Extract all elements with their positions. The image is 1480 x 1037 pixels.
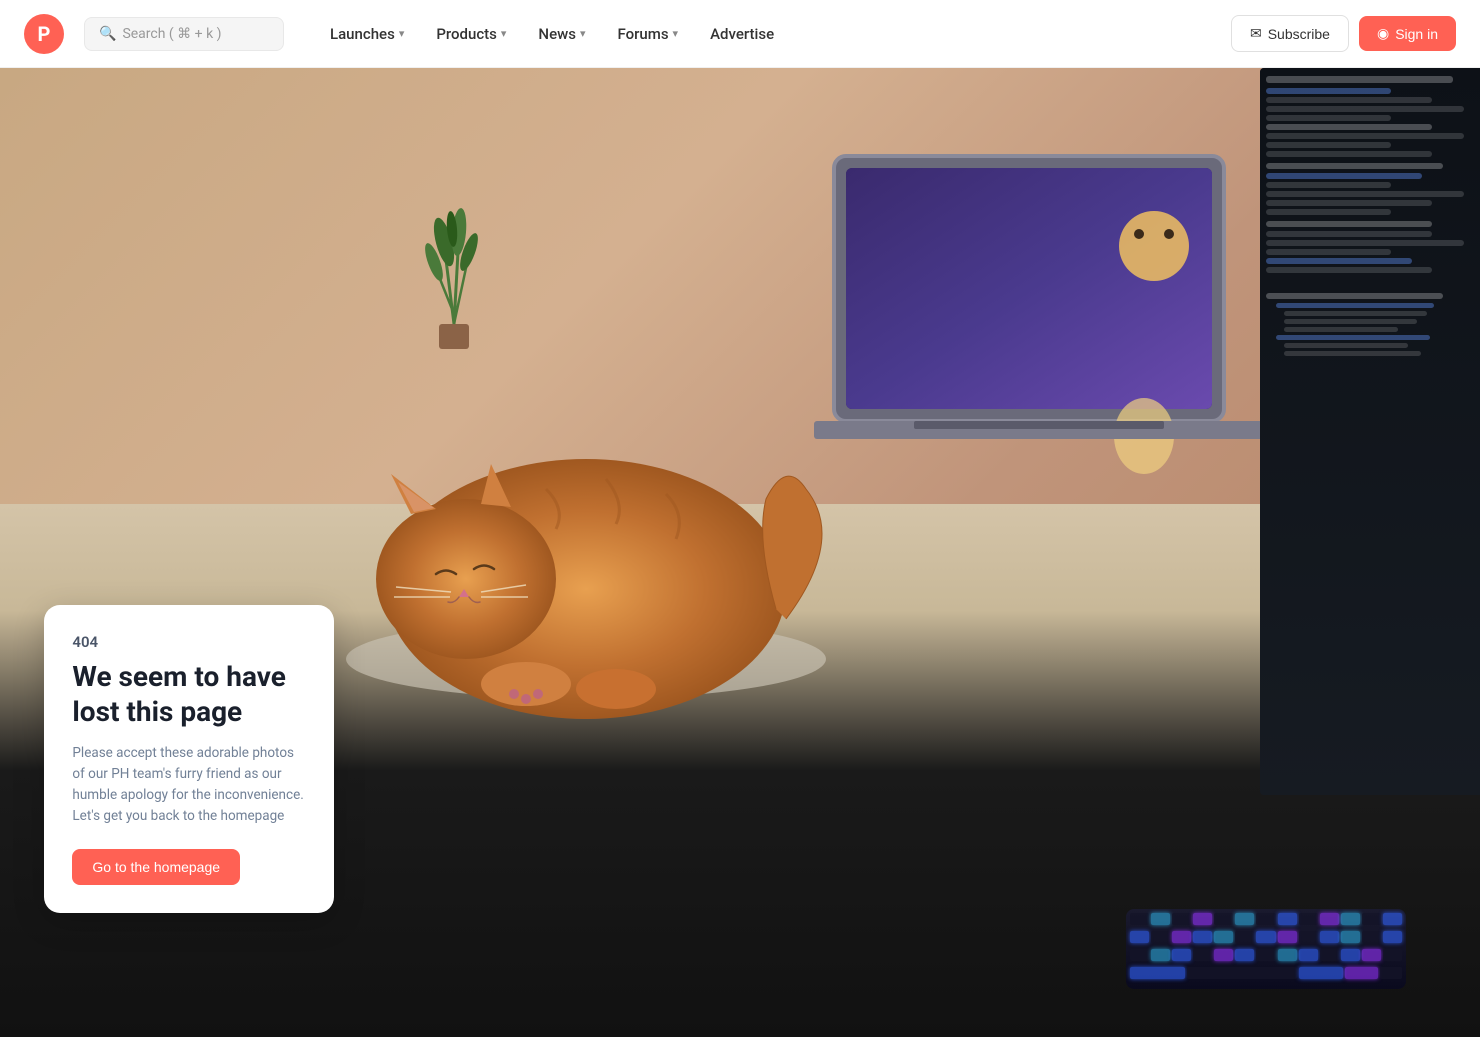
subscribe-label: Subscribe: [1268, 26, 1330, 42]
advertise-label: Advertise: [710, 25, 774, 43]
forums-label: Forums: [617, 25, 668, 43]
error-card: 404 We seem to have lost this page Pleas…: [44, 605, 334, 913]
products-chevron: ▾: [501, 27, 507, 40]
subscribe-icon: ✉: [1250, 25, 1262, 42]
nav-right: ✉ Subscribe ◉ Sign in: [1231, 15, 1456, 52]
subscribe-button[interactable]: ✉ Subscribe: [1231, 15, 1349, 52]
homepage-button[interactable]: Go to the homepage: [72, 849, 240, 885]
search-box[interactable]: 🔍 Search ( ⌘ + k ): [84, 17, 284, 51]
signin-button[interactable]: ◉ Sign in: [1359, 16, 1456, 51]
nav-item-products[interactable]: Products ▾: [422, 17, 520, 51]
cat: [326, 339, 846, 719]
search-placeholder: Search ( ⌘ + k ): [122, 26, 221, 42]
signin-label: Sign in: [1395, 26, 1438, 42]
navbar: P 🔍 Search ( ⌘ + k ) Launches ▾ Products…: [0, 0, 1480, 68]
forums-chevron: ▾: [673, 27, 679, 40]
plant: [414, 184, 494, 364]
signin-icon: ◉: [1377, 25, 1389, 42]
news-label: News: [538, 25, 576, 43]
nav-item-advertise[interactable]: Advertise: [696, 17, 788, 51]
monitor-screen: [1260, 68, 1480, 795]
launches-label: Launches: [330, 25, 395, 43]
error-description: Please accept these adorable photos of o…: [72, 743, 306, 827]
logo[interactable]: P: [24, 14, 64, 54]
nav-item-launches[interactable]: Launches ▾: [316, 17, 418, 51]
search-icon: 🔍: [99, 26, 116, 42]
monitor-right: [1260, 68, 1480, 795]
launches-chevron: ▾: [399, 27, 405, 40]
error-title: We seem to have lost this page: [72, 659, 306, 729]
error-code: 404: [72, 633, 306, 651]
nav-item-forums[interactable]: Forums ▾: [603, 17, 692, 51]
nav-links: Launches ▾ Products ▾ News ▾ Forums ▾ Ad…: [316, 17, 1223, 51]
keyboard: [1126, 909, 1406, 989]
laptop: [814, 146, 1264, 496]
news-chevron: ▾: [580, 27, 586, 40]
nav-item-news[interactable]: News ▾: [524, 17, 599, 51]
logo-letter: P: [38, 22, 51, 46]
products-label: Products: [436, 25, 497, 43]
homepage-button-label: Go to the homepage: [92, 859, 220, 875]
